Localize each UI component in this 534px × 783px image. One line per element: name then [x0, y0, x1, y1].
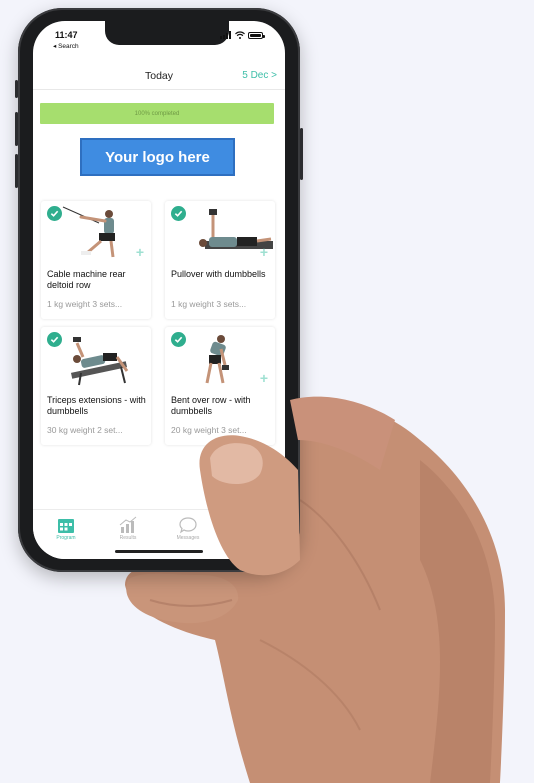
wifi-icon	[235, 31, 245, 39]
calendar-icon	[58, 519, 74, 533]
home-indicator	[115, 550, 203, 553]
power-button	[300, 128, 303, 180]
logo-text: Your logo here	[105, 148, 210, 166]
back-to-search-link[interactable]: ◂ Search	[53, 42, 79, 50]
add-icon[interactable]: +	[260, 245, 268, 259]
completion-progress-bar: 100% completed	[40, 103, 274, 124]
tab-label: Results	[119, 535, 137, 541]
battery-icon	[248, 31, 265, 39]
tab-results[interactable]: Results	[103, 516, 153, 541]
chat-bubble-icon	[179, 517, 197, 534]
exercise-card[interactable]: + Cable machine rear deltoid row 1 kg we…	[41, 201, 151, 319]
mute-switch	[15, 80, 18, 98]
exercise-meta: 30 kg weight 2 set...	[47, 425, 123, 435]
exercise-card[interactable]: + Pullover with dumbbells 1 kg weight 3 …	[165, 201, 275, 319]
exercise-card[interactable]: Triceps extensions - with dumbbells 30 k…	[41, 327, 151, 445]
exercise-meta: 1 kg weight 3 sets...	[47, 299, 123, 309]
tab-messages[interactable]: Messages	[163, 516, 213, 541]
status-time: 11:47	[55, 30, 78, 40]
exercise-name: Triceps extensions - with dumbbells	[47, 395, 146, 416]
tab-program[interactable]: Program	[41, 516, 91, 541]
tab-label: Program	[56, 535, 76, 541]
exercise-meta: 1 kg weight 3 sets...	[171, 299, 247, 309]
exercise-name: Bent over row - with dumbbells	[171, 395, 251, 416]
status-icons	[220, 31, 265, 39]
notch	[105, 21, 229, 45]
next-date-link[interactable]: 5 Dec >	[242, 70, 277, 81]
phone-frame: 11:47 ◂ Search Today 5 Dec > 100% comple…	[15, 8, 303, 572]
exercise-name: Cable machine rear deltoid row	[47, 269, 126, 290]
add-icon[interactable]: +	[136, 245, 144, 259]
header-divider	[33, 89, 285, 90]
exercise-card[interactable]: + Bent over row - with dumbbells 20 kg w…	[165, 327, 275, 445]
app-screen: 11:47 ◂ Search Today 5 Dec > 100% comple…	[33, 21, 285, 559]
cellular-signal-icon	[220, 31, 232, 39]
tab-label: Messages	[176, 535, 200, 541]
exercise-name: Pullover with dumbbells	[171, 269, 266, 279]
exercise-meta: 20 kg weight 3 set...	[171, 425, 247, 435]
add-icon[interactable]: +	[260, 371, 268, 385]
completed-check-icon	[47, 332, 62, 347]
completed-check-icon	[171, 206, 186, 221]
progress-label: 100% completed	[134, 110, 180, 117]
logo-placeholder: Your logo here	[80, 138, 235, 176]
completed-check-icon	[171, 332, 186, 347]
volume-down-button	[15, 154, 18, 188]
volume-up-button	[15, 112, 18, 146]
completed-check-icon	[47, 206, 62, 221]
chart-icon	[119, 516, 137, 533]
